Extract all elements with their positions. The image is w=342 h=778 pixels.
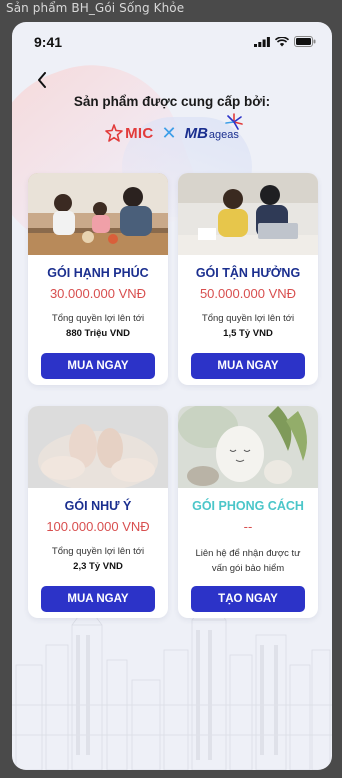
mbageas-logo: MB ageas [184,112,243,142]
package-card-nhu-y: GÓI NHƯ Ý 100.000.000 VNĐ Tổng quyền lợi… [28,406,168,618]
buy-now-button[interactable]: MUA NGAY [191,353,305,379]
package-title: GÓI TẬN HƯỞNG [195,266,301,280]
create-now-button[interactable]: TẠO NGAY [191,586,305,612]
package-benefit-amount: 1,5 Tỷ VND [223,328,273,339]
wifi-icon [275,36,289,46]
provided-by-heading: Sản phẩm được cung cấp bởi: [73,94,271,109]
package-price: 30.000.000 VNĐ [49,286,147,301]
phone-screen: 9:41 Sản phẩm được cung cấp bởi: MIC ✕ M… [12,22,332,770]
mic-star-icon [105,124,123,142]
package-title: GÓI PHONG CÁCH [192,499,304,513]
package-benefit-label: Tổng quyền lợi lên tới [201,313,295,324]
baby-feet-photo [28,406,168,488]
package-price: 50.000.000 VNĐ [199,286,297,301]
couple-photo [178,173,318,255]
buy-now-button[interactable]: MUA NGAY [41,586,155,612]
partner-logos: MIC ✕ MB ageas [12,112,332,148]
package-card-phong-cach: GÓI PHONG CÁCH -- Liên hệ để nhận được t… [178,406,318,618]
package-contact-text: Liên hệ để nhận được tư vấn gói bảo hiểm [178,546,318,576]
package-title: GÓI NHƯ Ý [64,499,132,513]
buy-now-button[interactable]: MUA NGAY [41,353,155,379]
status-bar: 9:41 [12,22,332,66]
signal-icon [254,36,270,47]
mb-logo-text: MB [184,124,208,142]
ageas-burst-icon [225,112,243,130]
separator: ✕ [161,122,177,143]
package-benefit-amount: 2,3 Tỷ VND [73,561,123,572]
contact-line-2: vấn gói bảo hiểm [211,563,285,574]
mic-logo-text: MIC [125,124,154,142]
package-card-hanh-phuc: GÓI HẠNH PHÚC 30.000.000 VNĐ Tổng quyền … [28,173,168,385]
frame-title: Sản phẩm BH_Gói Sống Khỏe [6,1,185,15]
battery-icon [294,36,316,47]
package-price: 100.000.000 VNĐ [46,519,150,534]
package-title: GÓI HẠNH PHÚC [47,266,149,280]
package-card-tan-huong: GÓI TẬN HƯỞNG 50.000.000 VNĐ Tổng quyền … [178,173,318,385]
family-photo [28,173,168,255]
package-benefit-amount: 880 Triệu VND [66,328,130,339]
chevron-left-icon [38,72,46,88]
package-benefit-label: Tổng quyền lợi lên tới [51,546,145,557]
status-time: 9:41 [34,34,63,50]
eggs-photo [178,406,318,488]
back-button[interactable] [32,70,52,90]
city-skyline-illustration [12,605,332,770]
contact-line-1: Liên hệ để nhận được tư [195,548,301,559]
package-price: -- [243,519,253,534]
package-benefit-label: Tổng quyền lợi lên tới [51,313,145,324]
mic-logo: MIC [105,124,153,142]
